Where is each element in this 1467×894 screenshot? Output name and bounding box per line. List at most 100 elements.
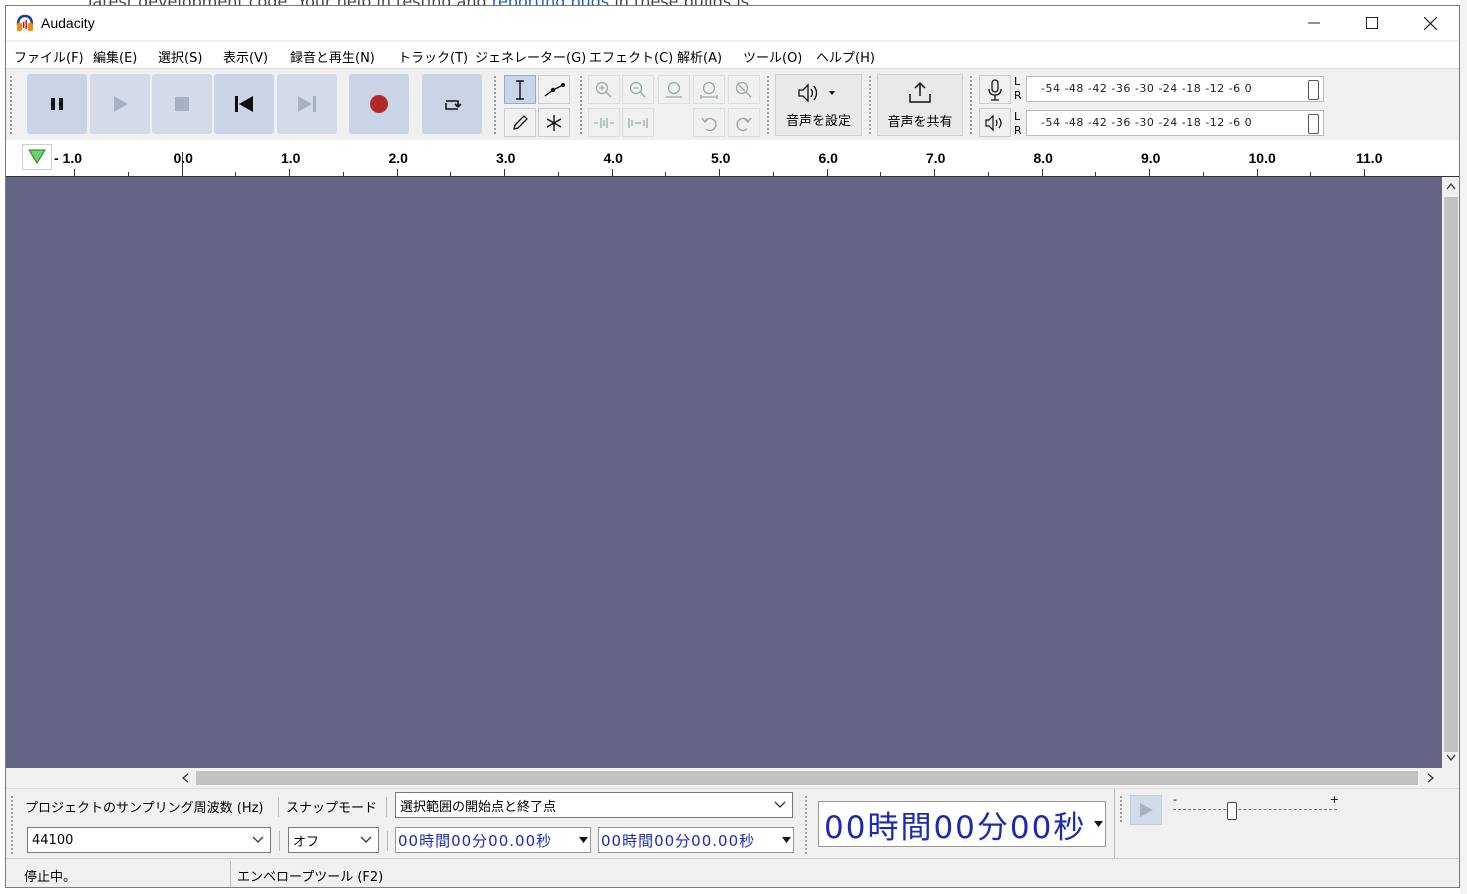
- share-audio-button[interactable]: 音声を共有: [877, 74, 963, 136]
- loop-button[interactable]: [422, 74, 482, 134]
- close-button[interactable]: [1401, 6, 1459, 40]
- track-area[interactable]: [6, 177, 1442, 768]
- selection-mode-dropdown[interactable]: 選択範囲の開始点と終了点: [395, 792, 793, 818]
- recording-meter-slider[interactable]: [1308, 80, 1319, 100]
- tools-grip[interactable]: [493, 75, 498, 135]
- record-meter-button[interactable]: [979, 75, 1011, 104]
- selection-end-time[interactable]: 00時間00分00.00秒: [598, 827, 794, 853]
- background-scroll-strip: [1460, 0, 1467, 894]
- ruler-minor-tick: [772, 172, 774, 176]
- playback-meter-scale: -54 -48 -42 -36 -30 -24 -18 -12 -6 0: [1041, 116, 1253, 129]
- menu-view[interactable]: 表示(V): [223, 47, 268, 66]
- silence-selection-button[interactable]: [622, 108, 654, 137]
- play-at-speed-grip[interactable]: [1119, 795, 1124, 823]
- time-toolbar-grip[interactable]: [804, 795, 809, 855]
- play-head-triangle-icon: [28, 149, 46, 164]
- menu-transport[interactable]: 録音と再生(N): [290, 47, 375, 66]
- menu-analyze[interactable]: 解析(A): [677, 47, 722, 66]
- menu-tracks[interactable]: トラック(T): [398, 47, 468, 66]
- selection-start-time[interactable]: 00時間00分00.00秒: [395, 827, 591, 853]
- speed-slider-thumb[interactable]: [1227, 802, 1237, 820]
- play-icon: [114, 96, 128, 112]
- audio-position-display[interactable]: 00時間00分00秒: [818, 801, 1106, 847]
- i-beam-icon: [516, 79, 524, 100]
- playback-meter-button[interactable]: [979, 108, 1011, 137]
- selection-toolbar-grip[interactable]: [10, 795, 15, 855]
- ruler-tick-label: 0.0: [173, 150, 193, 166]
- vertical-scroll-thumb[interactable]: [1444, 197, 1458, 752]
- window-title: Audacity: [41, 15, 95, 31]
- menu-help[interactable]: ヘルプ(H): [816, 47, 875, 66]
- envelope-tool[interactable]: [538, 75, 570, 104]
- playback-meter-slider[interactable]: [1308, 114, 1319, 134]
- trim-outside-button[interactable]: [588, 108, 620, 137]
- menu-edit[interactable]: 編集(E): [93, 47, 137, 66]
- ruler-minor-tick: [1202, 172, 1204, 176]
- ruler-tick-label: 9.0: [1141, 150, 1161, 166]
- audio-position-value: 00時間00分00秒: [824, 809, 1087, 846]
- skip-to-start-icon: [235, 96, 253, 112]
- play-at-speed-button[interactable]: [1130, 795, 1162, 825]
- share-audio-label: 音声を共有: [887, 114, 953, 130]
- stop-button[interactable]: [152, 74, 212, 134]
- ruler-minor-tick: [342, 172, 344, 176]
- share-upload-icon: [909, 81, 931, 103]
- skip-to-end-button[interactable]: [277, 74, 337, 134]
- audio-setup-grip[interactable]: [766, 75, 771, 135]
- speed-minus-label: -: [1173, 793, 1177, 806]
- scroll-down-icon[interactable]: [1446, 754, 1456, 762]
- record-button[interactable]: [349, 74, 409, 134]
- multi-tool[interactable]: [538, 108, 570, 137]
- redo-button[interactable]: [728, 108, 760, 137]
- meter-grip[interactable]: [969, 75, 974, 135]
- ruler-tick-label: - 1.0: [54, 150, 83, 166]
- time-format-dropdown-icon[interactable]: [782, 836, 791, 844]
- snap-mode-dropdown[interactable]: オフ: [288, 827, 379, 853]
- undo-button[interactable]: [693, 108, 725, 137]
- play-button[interactable]: [90, 74, 150, 134]
- snap-mode-label: スナップモード: [286, 801, 378, 816]
- minimize-button[interactable]: [1285, 6, 1343, 40]
- zoom-selection-icon: [666, 81, 682, 98]
- selection-tool[interactable]: [504, 75, 536, 104]
- timeline-ruler[interactable]: - 1.0 0.0 1.0 2.0 3.0 4.0 5.0 6.0 7.0 8.0 9.0 10.0 1…: [6, 140, 1459, 178]
- horizontal-scroll-thumb[interactable]: [196, 771, 1418, 785]
- ruler-tick: [504, 169, 505, 176]
- zoom-in-button[interactable]: [588, 75, 620, 104]
- audio-setup-button[interactable]: 音声を設定: [775, 74, 862, 136]
- menu-file[interactable]: ファイル(F): [14, 47, 84, 66]
- fit-selection-button[interactable]: [658, 75, 690, 104]
- scroll-right-icon[interactable]: [1427, 773, 1435, 783]
- skip-to-start-button[interactable]: [214, 74, 274, 134]
- project-rate-dropdown[interactable]: 44100: [27, 827, 271, 853]
- maximize-button[interactable]: [1343, 6, 1401, 40]
- time-format-dropdown-icon[interactable]: [1094, 820, 1103, 828]
- share-grip[interactable]: [868, 75, 873, 135]
- toolbar-area: 音声を設定 音声を共有 LR LR -54 -48 -42 -36 -30 -2…: [6, 68, 1459, 141]
- edit-grip[interactable]: [579, 75, 584, 135]
- zoom-toggle-button[interactable]: [728, 75, 760, 104]
- menu-generate[interactable]: ジェネレーター(G): [475, 47, 586, 66]
- menu-select[interactable]: 選択(S): [158, 47, 202, 66]
- playback-meter[interactable]: -54 -48 -42 -36 -30 -24 -18 -12 -6 0: [1026, 110, 1324, 136]
- toolbar-grip[interactable]: [9, 75, 14, 135]
- fit-project-button[interactable]: [693, 75, 725, 104]
- timeline-options-button[interactable]: [22, 144, 52, 170]
- menu-effect[interactable]: エフェクト(C): [589, 47, 673, 66]
- pause-button[interactable]: [27, 74, 87, 134]
- time-format-dropdown-icon[interactable]: [579, 836, 588, 844]
- zoom-out-button[interactable]: [622, 75, 654, 104]
- menu-tools[interactable]: ツール(O): [743, 47, 802, 66]
- status-bar: 停止中。 エンベロープツール (F2): [6, 858, 1459, 887]
- vertical-scrollbar[interactable]: [1442, 177, 1459, 768]
- chevron-down-icon: [252, 836, 264, 843]
- recording-meter[interactable]: -54 -48 -42 -36 -30 -24 -18 -12 -6 0: [1026, 76, 1324, 102]
- play-speed-slider[interactable]: - +: [1171, 793, 1341, 825]
- scroll-left-icon[interactable]: [181, 773, 189, 783]
- asterisk-icon: [546, 114, 562, 131]
- ruler-tick: [1364, 169, 1365, 176]
- draw-tool[interactable]: [504, 108, 536, 137]
- ruler-tick: [826, 169, 828, 176]
- scroll-up-icon[interactable]: [1446, 182, 1456, 190]
- horizontal-scrollbar[interactable]: [6, 768, 1459, 788]
